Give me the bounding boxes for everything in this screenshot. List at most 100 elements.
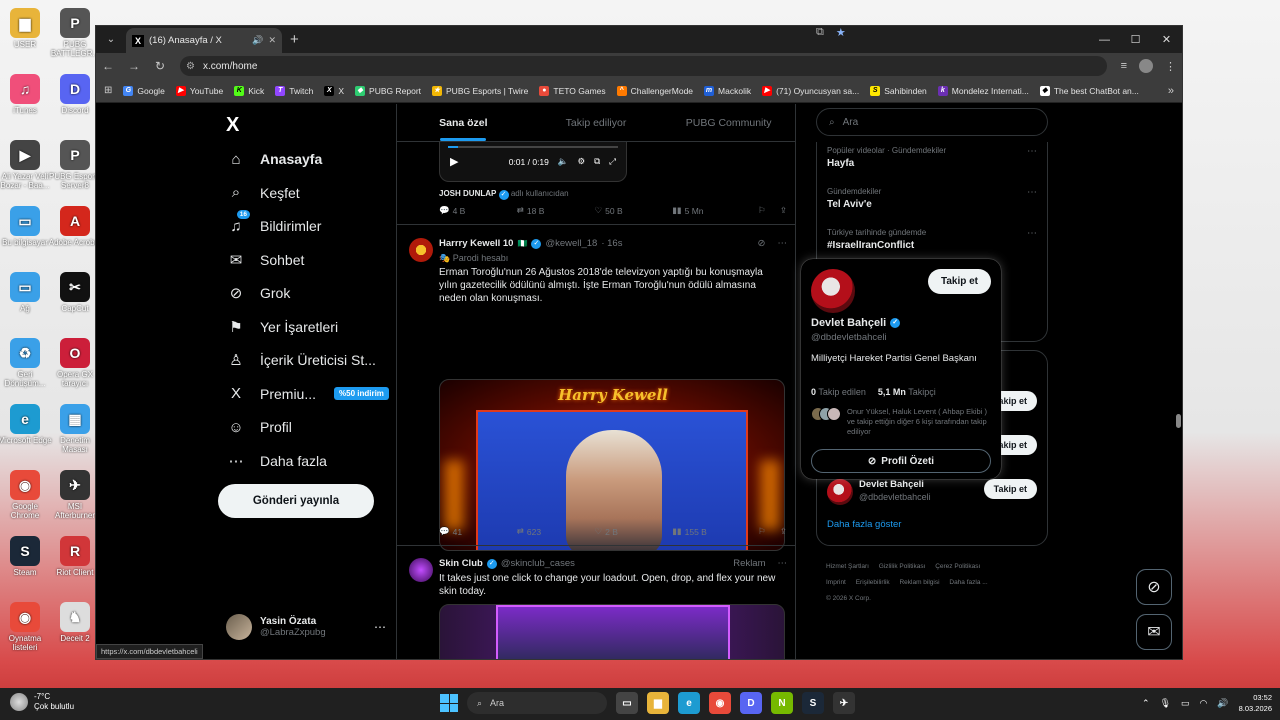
footer-link[interactable]: Erişilebilirlik bbox=[856, 579, 890, 586]
footer-link[interactable]: Daha fazla ... bbox=[949, 579, 987, 586]
hover-follow-button[interactable]: Takip et bbox=[927, 269, 991, 294]
maximize-button[interactable]: ☐ bbox=[1120, 26, 1151, 53]
taskbar-app-icon[interactable]: S bbox=[802, 692, 824, 714]
site-info-icon[interactable]: ⚙ bbox=[186, 61, 195, 72]
x-logo-icon[interactable]: X bbox=[226, 114, 239, 137]
taskbar-search[interactable]: ⌕ Ara bbox=[467, 692, 607, 714]
sidebar-item-anasayfa[interactable]: ⌂ Anasayfa bbox=[226, 147, 322, 171]
weather-widget[interactable]: -7°C Çok bulutlu bbox=[10, 692, 74, 712]
tab-search-button[interactable]: ⌄ bbox=[100, 30, 122, 50]
sidebar-item-icerik-ureticisi-st[interactable]: ♙ İçerik Üreticisi St... bbox=[226, 348, 376, 372]
reply-button[interactable]: 💬 41 bbox=[439, 526, 517, 537]
media-controls-icon[interactable]: ≡ bbox=[1121, 60, 1127, 72]
post-button[interactable]: Gönderi yayınla bbox=[218, 484, 374, 518]
scrollbar[interactable] bbox=[1176, 414, 1181, 428]
microphone-icon[interactable]: 🎙 bbox=[1160, 698, 1171, 709]
post-avatar[interactable] bbox=[409, 238, 433, 262]
tab-for-you[interactable]: Sana özel bbox=[397, 104, 530, 141]
profile-avatar[interactable] bbox=[1139, 59, 1153, 73]
post-more-icon[interactable]: ⋯ bbox=[778, 238, 788, 249]
reload-button[interactable]: ↻ bbox=[154, 59, 166, 73]
start-button[interactable] bbox=[440, 694, 458, 712]
display-icon[interactable]: ▭ bbox=[1181, 698, 1190, 709]
play-icon[interactable]: ▶ bbox=[450, 155, 458, 168]
tab-pubg-community[interactable]: PUBG Community bbox=[662, 104, 795, 141]
hover-name[interactable]: Devlet Bahçeli ✓ bbox=[811, 317, 901, 329]
share-icon[interactable]: ⇪ bbox=[780, 526, 787, 537]
footer-link[interactable]: Çerez Politikası bbox=[935, 563, 980, 570]
trend-item[interactable]: Türkiye tarihinde gündemde #IsraelIranCo… bbox=[827, 228, 1037, 251]
account-more-icon[interactable]: ⋯ bbox=[374, 620, 386, 634]
trend-more-icon[interactable]: ⋯ bbox=[1027, 228, 1037, 239]
tray-chevron-icon[interactable]: ⌃ bbox=[1142, 698, 1150, 709]
follow-button[interactable]: Takip et bbox=[983, 479, 1037, 499]
bookmark-pubg-esports-twire[interactable]: ★ PUBG Esports | Twire bbox=[432, 85, 528, 96]
sidebar-item-yer-isaretleri[interactable]: ⚑ Yer İşaretleri bbox=[226, 315, 338, 339]
desktop-icon-itunes[interactable]: ♫ iTunes bbox=[0, 74, 53, 115]
desktop-icon-ag[interactable]: ▭ Ağ bbox=[0, 272, 53, 313]
bookmark-pubg-report[interactable]: ◆ PUBG Report bbox=[355, 85, 421, 96]
apps-grid-icon[interactable]: ⊞ bbox=[104, 85, 112, 96]
views-button[interactable]: ▮▮ 155 B bbox=[672, 526, 758, 537]
trend-item[interactable]: Popüler videolar · Gündemdekiler Hayfa ⋯ bbox=[827, 146, 1037, 169]
bookmark-twitch[interactable]: T Twitch bbox=[275, 85, 313, 96]
post-avatar[interactable] bbox=[409, 558, 433, 582]
mute-icon[interactable]: 🔈 bbox=[558, 156, 569, 167]
post-handle[interactable]: @skinclub_cases bbox=[501, 558, 575, 569]
post-more-icon[interactable]: ⋯ bbox=[778, 558, 788, 569]
desktop-icon-ali-yazar-veli-bozar-baa[interactable]: ▶ Ali Yazar Veli Bozar - Baa... bbox=[0, 140, 53, 190]
grok-icon[interactable]: ⊘ bbox=[758, 238, 766, 249]
desktop-icon-bu-bilgisayar[interactable]: ▭ Bu bilgisayar bbox=[0, 206, 53, 247]
hover-avatar[interactable] bbox=[811, 269, 855, 313]
taskbar-app-icon[interactable]: ✈ bbox=[833, 692, 855, 714]
trend-more-icon[interactable]: ⋯ bbox=[1027, 146, 1037, 157]
post-author[interactable]: Skin Club bbox=[439, 558, 483, 569]
repost-button[interactable]: ⇄ 18 B bbox=[517, 205, 595, 216]
sidebar-item-premiu[interactable]: X Premiu... %50 indirim bbox=[226, 382, 389, 406]
bookmark-kick[interactable]: K Kick bbox=[234, 85, 264, 96]
taskbar-app-icon[interactable]: D bbox=[740, 692, 762, 714]
mutual-followers[interactable]: Onur Yüksel, Haluk Levent ( Ahbap Ekibi … bbox=[811, 407, 991, 437]
footer-link[interactable]: Gizlilik Politikası bbox=[879, 563, 926, 570]
post-handle[interactable]: @kewell_18 bbox=[545, 238, 597, 249]
bookmark-x[interactable]: XX bbox=[324, 85, 344, 96]
followers-count[interactable]: 5,1 Mn Takipçi bbox=[878, 387, 936, 397]
pip-icon[interactable]: ⧉ bbox=[594, 156, 600, 167]
views-button[interactable]: ▮▮ 5 Mn bbox=[672, 205, 758, 216]
chrome-menu-icon[interactable]: ⋮ bbox=[1165, 60, 1176, 73]
bookmark-youtube[interactable]: ▶ YouTube bbox=[175, 85, 223, 96]
share-icon[interactable]: ⇪ bbox=[780, 205, 787, 216]
clock[interactable]: 03:52 8.03.2026 bbox=[1239, 692, 1272, 714]
back-button[interactable]: ← bbox=[102, 59, 114, 73]
footer-link[interactable]: Imprint bbox=[826, 579, 846, 586]
taskbar-app-icon[interactable]: ▭ bbox=[616, 692, 638, 714]
new-tab-button[interactable]: + bbox=[290, 31, 299, 48]
bookmarks-overflow-icon[interactable]: » bbox=[1168, 85, 1174, 97]
desktop-icon-google-chrome[interactable]: ◉ Google Chrome bbox=[0, 470, 53, 520]
footer-link[interactable]: Hizmet Şartları bbox=[826, 563, 869, 570]
credit-name[interactable]: JOSH DUNLAP bbox=[439, 189, 496, 198]
like-button[interactable]: ♡ 50 B bbox=[595, 205, 673, 216]
tab-following[interactable]: Takip ediliyor bbox=[530, 104, 663, 141]
taskbar-app-icon[interactable]: e bbox=[678, 692, 700, 714]
sidebar-item-kesfet[interactable]: ⌕ Keşfet bbox=[226, 181, 300, 205]
bookmark-google[interactable]: G Google bbox=[123, 85, 165, 96]
bookmark-mackolik[interactable]: m Mackolik bbox=[704, 85, 751, 96]
desktop-icon-user[interactable]: ▆ USER bbox=[0, 8, 53, 49]
forward-button[interactable]: → bbox=[128, 59, 140, 73]
show-more-link[interactable]: Daha fazla göster bbox=[827, 519, 901, 530]
desktop-icon-oynatma-listeleri[interactable]: ◉ Oynatma listeleri bbox=[0, 602, 53, 652]
sidebar-item-bildirimler[interactable]: ♫ 16 Bildirimler bbox=[226, 210, 321, 238]
sidebar-item-sohbet[interactable]: ✉ Sohbet bbox=[226, 248, 305, 272]
suggested-user[interactable]: Devlet Bahçeli @dbdevletbahceli Takip et bbox=[827, 479, 1037, 509]
bookmark-challengermode[interactable]: ^ ChallengerMode bbox=[616, 85, 693, 96]
bookmark-icon[interactable]: ⚐ bbox=[758, 205, 780, 216]
hover-handle[interactable]: @dbdevletbahceli bbox=[811, 332, 887, 343]
wifi-icon[interactable]: ◠ bbox=[1200, 698, 1208, 709]
footer-link[interactable]: Reklam bilgisi bbox=[899, 579, 939, 586]
messages-fab-icon[interactable]: ✉ bbox=[1136, 614, 1172, 650]
sidebar-item-profil[interactable]: ☺ Profil bbox=[226, 415, 292, 439]
tab-home[interactable]: X (16) Anasayfa / X 🔊 ✕ bbox=[126, 28, 282, 53]
volume-icon[interactable]: 🔊 bbox=[1217, 698, 1228, 709]
video-progress[interactable] bbox=[448, 146, 618, 148]
